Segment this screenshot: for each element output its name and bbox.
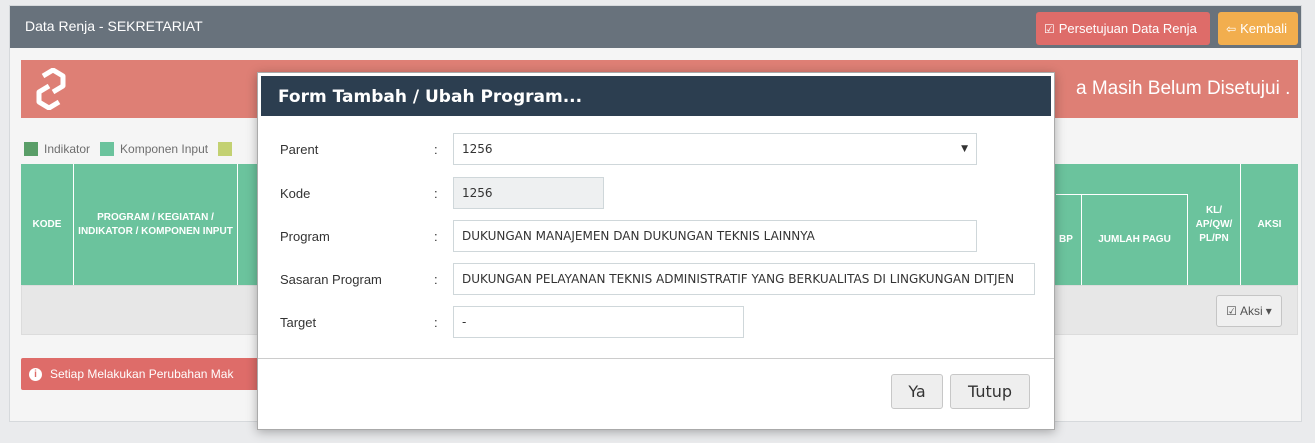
kode-field[interactable]: 1256 (453, 177, 604, 209)
program-field[interactable]: DUKUNGAN MANAJEMEN DAN DUKUNGAN TEKNIS L… (453, 220, 977, 252)
modal-divider (258, 358, 1054, 359)
target-label: Target (280, 315, 317, 330)
program-form-modal: Form Tambah / Ubah Program... Parent : 1… (257, 72, 1055, 430)
yes-button[interactable]: Ya (891, 374, 943, 409)
parent-select-value: 1256 (462, 142, 493, 156)
sasaran-program-field[interactable]: DUKUNGAN PELAYANAN TEKNIS ADMINISTRATIF … (453, 263, 1035, 295)
target-field[interactable]: - (453, 306, 744, 338)
sasaran-program-label: Sasaran Program (280, 272, 382, 287)
colon: : (434, 229, 438, 244)
caret-down-icon: ▼ (961, 144, 968, 154)
modal-header: Form Tambah / Ubah Program... (261, 76, 1051, 116)
kode-label: Kode (280, 186, 311, 201)
colon: : (434, 186, 438, 201)
modal-title: Form Tambah / Ubah Program... (278, 87, 583, 107)
close-button[interactable]: Tutup (950, 374, 1030, 409)
parent-label: Parent (280, 142, 319, 157)
colon: : (434, 142, 438, 157)
colon: : (434, 315, 438, 330)
program-label: Program (280, 229, 330, 244)
colon: : (434, 272, 438, 287)
parent-select[interactable]: 1256 ▼ (453, 133, 977, 165)
